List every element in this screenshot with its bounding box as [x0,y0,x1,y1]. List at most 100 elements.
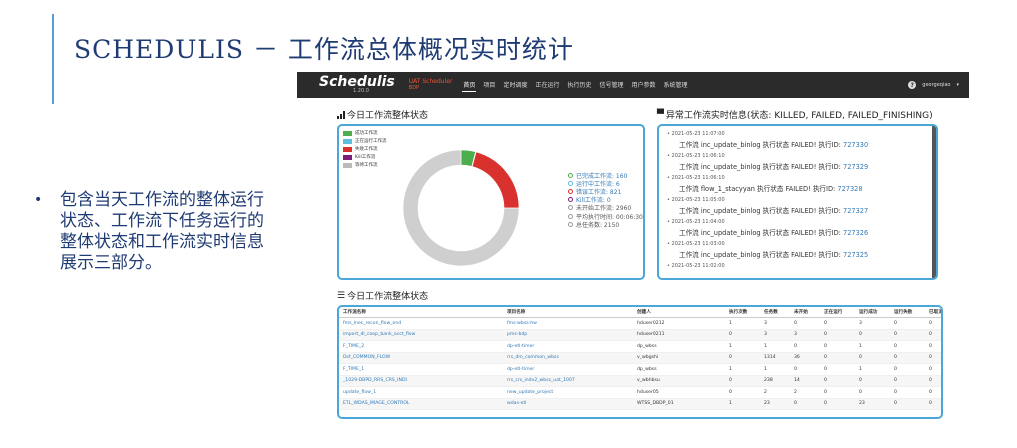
table-cell: 0 [820,317,855,330]
flow-name-link[interactable]: F_TIME_1 [339,363,503,376]
table-cell: 0 [890,329,925,341]
nav-item-projects[interactable]: 项目 [482,78,496,92]
flow-name-link[interactable]: F_TIME_2 [339,340,503,353]
nav-item-home[interactable]: 首页 [462,78,477,92]
table-cell: 1314 [760,352,790,364]
table-row: Dsf_COMMON_FLOW rrs_dm_common_wbss v_wbgsh… [339,352,941,364]
list-item: • 2021-05-23 11:07:00 工作流 inc_update_bin… [667,131,869,149]
user-menu[interactable]: georgeqiao [922,82,950,88]
table-cell: 0 [820,352,855,364]
table-cell: hduser0212 [633,317,725,330]
flow-name-link[interactable]: update_flow_1 [339,386,503,399]
table-cell: v_wbhbsu [633,375,725,387]
exec-id-link[interactable]: 727325 [843,251,868,259]
col-header-failed[interactable]: 运行失败 [890,307,925,318]
nav-item-system[interactable]: 系统管理 [663,78,689,92]
project-name-link[interactable]: fms-wbss-hw [503,317,633,330]
table-panel-title: ☰ 今日工作流整体状态 [337,290,429,303]
nav-item-schedule[interactable]: 定时调度 [502,78,528,92]
caret-down-icon[interactable]: ▾ [956,82,959,88]
bar-chart-icon [337,110,345,119]
nav-item-user-params[interactable]: 用户参数 [631,78,657,92]
ring-icon [568,213,573,219]
table-cell: 0 [890,386,925,399]
col-header-project[interactable]: 项目名称 [503,307,633,318]
table-cell: dp_wbss [633,340,725,353]
list-item: • 2021-05-23 11:04:00 工作流 inc_update_bin… [667,219,869,237]
table-cell: 0 [855,352,890,364]
table-cell: 0 [790,340,820,353]
table-cell: 0 [820,398,855,410]
flow-name-link[interactable]: Dsf_COMMON_FLOW [339,352,503,364]
status-panel-title: 今日工作流整体状态 [337,108,428,121]
legend-item-killed[interactable]: Kill工作流 [343,153,387,161]
project-name-link[interactable]: rrs_crs_indv2_wbss_uat_1007 [503,375,633,387]
exec-id-link[interactable]: 727326 [843,229,868,237]
nav-item-signals[interactable]: 信号管理 [598,78,624,92]
table-cell: 2 [790,386,820,399]
status-stats: 已完成工作流: 160 运行中工作流: 6 错误工作流: 821 Kill工作流… [568,171,643,229]
table-cell: 0 [925,317,941,330]
table-cell: 1 [760,340,790,353]
table-cell: 1 [725,363,760,376]
legend-item-waiting[interactable]: 等待工作流 [343,161,387,169]
table-cell: 0 [725,375,760,387]
nav-item-history[interactable]: 执行历史 [566,78,592,92]
ring-icon [568,221,573,227]
table-cell: 0 [890,375,925,387]
environment-name: UAT Scheduler [408,78,453,85]
col-header-succeeded[interactable]: 运行成功 [855,307,890,318]
flow-name-link[interactable]: _1029-DBPD_RRS_CRS_INDI [339,375,503,387]
legend-item-running[interactable]: 正在运行工作流 [343,137,387,145]
exec-id-link[interactable]: 727329 [843,163,868,171]
project-name-link[interactable]: dp-etl-timer [503,340,633,353]
legend-item-success[interactable]: 成功工作流 [343,129,387,137]
table-cell: 0 [820,363,855,376]
project-name-link[interactable]: dp-etl-timer [503,363,633,376]
legend-swatch [343,154,352,160]
project-name-link[interactable]: wdas-etl [503,398,633,410]
col-header-exec-count[interactable]: 执行次数 [725,307,760,318]
help-icon[interactable]: ? [908,81,917,89]
table-cell: 0 [890,352,925,364]
workflow-status-donut[interactable] [399,146,523,270]
table-cell: 0 [890,317,925,330]
col-header-creator[interactable]: 创建人 [633,307,725,318]
slide-title: SCHEDULIS － 工作流总体概况实时统计 [74,35,574,64]
legend-item-failed[interactable]: 失败工作流 [343,145,387,153]
scrollbar[interactable] [932,126,936,278]
environment-label: UAT Scheduler BDP [409,78,453,92]
project-name-link[interactable]: pms-bdp [503,329,633,341]
table-cell: 3 [790,329,820,341]
table-cell: 0 [855,375,890,387]
table-cell: 0 [925,375,941,387]
list-item: • 2021-05-23 11:06:10 工作流 inc_update_bin… [667,153,869,171]
nav-item-executing[interactable]: 正在运行 [534,78,560,92]
ring-icon [568,205,573,211]
table-cell: 1 [725,317,760,330]
flow-name-link[interactable]: ETL_WDAS_IMAGE_CONTROL [339,398,503,410]
exec-id-link[interactable]: 727328 [837,185,862,193]
col-header-not-started[interactable]: 未开始 [790,307,820,318]
exec-id-link[interactable]: 727330 [843,141,868,149]
col-header-running[interactable]: 正在运行 [820,307,855,318]
table-cell: 0 [925,398,941,410]
table-cell: 2 [760,386,790,399]
table-cell: 1 [725,340,760,353]
col-header-flow-name[interactable]: 工作流名称 [339,307,503,318]
exec-id-link[interactable]: 727327 [843,207,868,215]
table-row: fms_lnec_recon_flow_end fms-wbss-hw hduser… [339,317,941,330]
table-cell: 0 [725,386,760,399]
stat-total-tasks: 总任务数: 2150 [568,220,643,229]
title-accent-line [52,14,54,104]
flow-name-link[interactable]: import_dl_coop_bank_acct_flow [339,329,503,341]
legend-swatch [343,162,352,168]
project-name-link[interactable]: rrs_dm_common_wbss [503,352,633,364]
brand-logo[interactable]: Schedulis [319,75,395,89]
project-name-link[interactable]: new_update_project [503,386,633,399]
donut-slice[interactable] [471,151,520,209]
nav-menu: 首页 项目 定时调度 正在运行 执行历史 信号管理 用户参数 系统管理 [462,78,688,92]
col-header-cancelled[interactable]: 已取消 [925,307,941,318]
flow-name-link[interactable]: fms_lnec_recon_flow_end [339,317,503,330]
col-header-tasks[interactable]: 任务数 [760,307,790,318]
